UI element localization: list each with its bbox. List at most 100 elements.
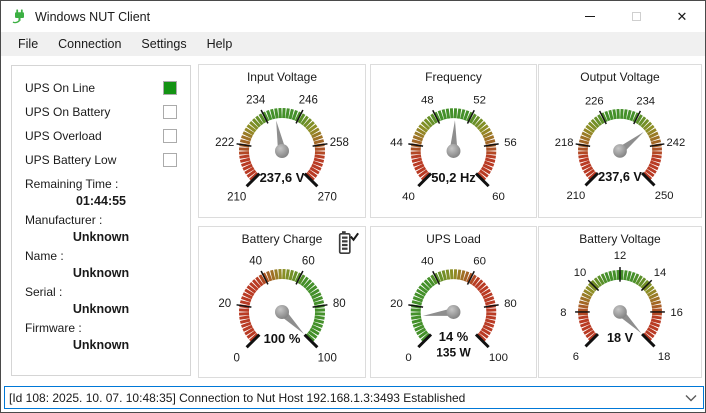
svg-text:48: 48	[421, 95, 434, 107]
close-button[interactable]: ✕	[659, 1, 705, 32]
svg-text:6: 6	[573, 351, 579, 363]
svg-text:0: 0	[405, 352, 411, 364]
svg-text:8: 8	[560, 307, 566, 319]
field-name: Name : Unknown	[25, 249, 177, 280]
svg-text:60: 60	[302, 255, 315, 267]
svg-text:100: 100	[318, 352, 337, 364]
indicator-ups-on-battery: UPS On Battery	[25, 100, 177, 124]
svg-text:234: 234	[246, 94, 266, 106]
field-value: 01:44:55	[75, 194, 127, 208]
field-label: Manufacturer :	[25, 213, 103, 227]
field-serial: Serial : Unknown	[25, 285, 177, 316]
field-remaining-time: Remaining Time : 01:44:55	[25, 177, 177, 208]
maximize-button[interactable]	[613, 1, 659, 32]
gauge-panel-battery-voltage: Battery Voltage 6 8 10 12 14 16 18 18 V	[538, 226, 702, 378]
status-combobox[interactable]: [Id 108: 2025. 10. 07. 10:48:35] Connect…	[4, 386, 704, 409]
svg-text:52: 52	[473, 95, 486, 107]
chevron-down-icon[interactable]	[685, 394, 697, 402]
maximize-icon	[631, 12, 641, 21]
menu-bar: File Connection Settings Help	[1, 32, 705, 56]
svg-text:237,6 V: 237,6 V	[598, 170, 642, 184]
svg-text:40: 40	[249, 255, 262, 267]
svg-text:14: 14	[654, 267, 666, 279]
title-bar: Windows NUT Client ✕	[1, 1, 705, 32]
ups-battery-low-light	[163, 153, 177, 167]
gauge-title: Output Voltage	[580, 70, 660, 84]
svg-text:20: 20	[390, 298, 403, 310]
indicator-label: UPS Overload	[25, 129, 102, 143]
svg-text:210: 210	[566, 190, 585, 202]
svg-text:237,6 V: 237,6 V	[260, 170, 305, 185]
ups-status-groupbox: UPS On Line UPS On Battery UPS Overload …	[11, 65, 191, 376]
svg-text:80: 80	[333, 298, 346, 310]
svg-text:14 %: 14 %	[439, 329, 469, 344]
svg-text:50,2 Hz: 50,2 Hz	[431, 170, 475, 185]
ups-on-line-light	[163, 81, 177, 95]
svg-text:222: 222	[215, 137, 234, 149]
ups-overload-light	[163, 129, 177, 143]
status-message: [Id 108: 2025. 10. 07. 10:48:35] Connect…	[9, 390, 466, 405]
indicator-label: UPS On Line	[25, 81, 96, 95]
svg-text:44: 44	[390, 137, 403, 149]
indicator-ups-on-line: UPS On Line	[25, 76, 177, 100]
gauge-panel-output-voltage: Output Voltage 210 218 226 234 242 250 237,6 V	[538, 64, 702, 218]
ups-on-battery-light	[163, 105, 177, 119]
gauge-title: Frequency	[425, 70, 482, 84]
battery-voltage-gauge: 6 8 10 12 14 16 18 18 V	[539, 245, 701, 375]
svg-text:270: 270	[318, 191, 337, 203]
gauge-panel-ups-load: UPS Load 0 20 40 60 80 100 14 % 135 W	[370, 226, 537, 378]
field-label: Serial :	[25, 285, 63, 299]
gauge-title: Input Voltage	[246, 70, 318, 84]
ups-load-gauge: 0 20 40 60 80 100 14 % 135 W	[371, 245, 536, 375]
menu-item-settings[interactable]: Settings	[131, 34, 196, 54]
app-icon	[12, 9, 27, 24]
svg-text:18: 18	[658, 351, 670, 363]
indicator-label: UPS Battery Low	[25, 153, 117, 167]
svg-text:135 W: 135 W	[436, 346, 471, 360]
svg-text:60: 60	[492, 191, 505, 203]
minimize-button[interactable]	[567, 1, 613, 32]
field-value: Unknown	[72, 302, 130, 316]
svg-text:40: 40	[402, 191, 415, 203]
menu-item-connection[interactable]: Connection	[48, 34, 131, 54]
battery-check-icon	[336, 230, 360, 261]
svg-text:0: 0	[234, 352, 240, 364]
svg-text:258: 258	[330, 137, 349, 149]
field-value: Unknown	[72, 266, 130, 280]
field-value: Unknown	[72, 230, 130, 244]
field-label: Firmware :	[25, 321, 82, 335]
svg-text:210: 210	[227, 191, 246, 203]
gauge-panel-input-voltage: Input Voltage 210 222 234 246 258 270 237,6 V	[198, 64, 366, 218]
svg-text:40: 40	[421, 256, 434, 268]
gauge-title: UPS Load	[426, 232, 481, 246]
menu-item-help[interactable]: Help	[197, 34, 243, 54]
battery-charge-gauge: 0 20 40 60 80 100 100 %	[199, 245, 365, 375]
output-voltage-gauge: 210 218 226 234 242 250 237,6 V	[539, 83, 701, 215]
field-label: Remaining Time :	[25, 177, 119, 191]
gauge-panel-frequency: Frequency 40 44 48 52 56 60 50,2 Hz	[370, 64, 537, 218]
svg-text:218: 218	[555, 137, 574, 149]
svg-text:100 %: 100 %	[264, 331, 301, 346]
field-value: Unknown	[72, 338, 130, 352]
svg-text:242: 242	[667, 137, 686, 149]
menu-item-file[interactable]: File	[8, 34, 48, 54]
window-title: Windows NUT Client	[35, 9, 151, 24]
field-manufacturer: Manufacturer : Unknown	[25, 213, 177, 244]
svg-text:16: 16	[670, 307, 682, 319]
indicator-label: UPS On Battery	[25, 105, 111, 119]
svg-text:12: 12	[614, 250, 626, 262]
svg-text:226: 226	[585, 95, 604, 107]
svg-text:234: 234	[636, 95, 655, 107]
svg-text:20: 20	[218, 298, 231, 310]
field-label: Name :	[25, 249, 64, 263]
indicator-ups-overload: UPS Overload	[25, 124, 177, 148]
svg-text:100: 100	[489, 352, 508, 364]
app-window: Windows NUT Client ✕ File Connection Set…	[0, 0, 706, 413]
field-firmware: Firmware : Unknown	[25, 321, 177, 352]
gauge-panel-battery-charge: Battery Charge 0 20 40 60 80 100 100 %	[198, 226, 366, 378]
svg-text:250: 250	[655, 190, 674, 202]
minimize-icon	[585, 16, 595, 17]
gauge-title: Battery Voltage	[579, 232, 661, 246]
close-icon: ✕	[676, 9, 688, 24]
svg-text:18 V: 18 V	[607, 331, 634, 345]
